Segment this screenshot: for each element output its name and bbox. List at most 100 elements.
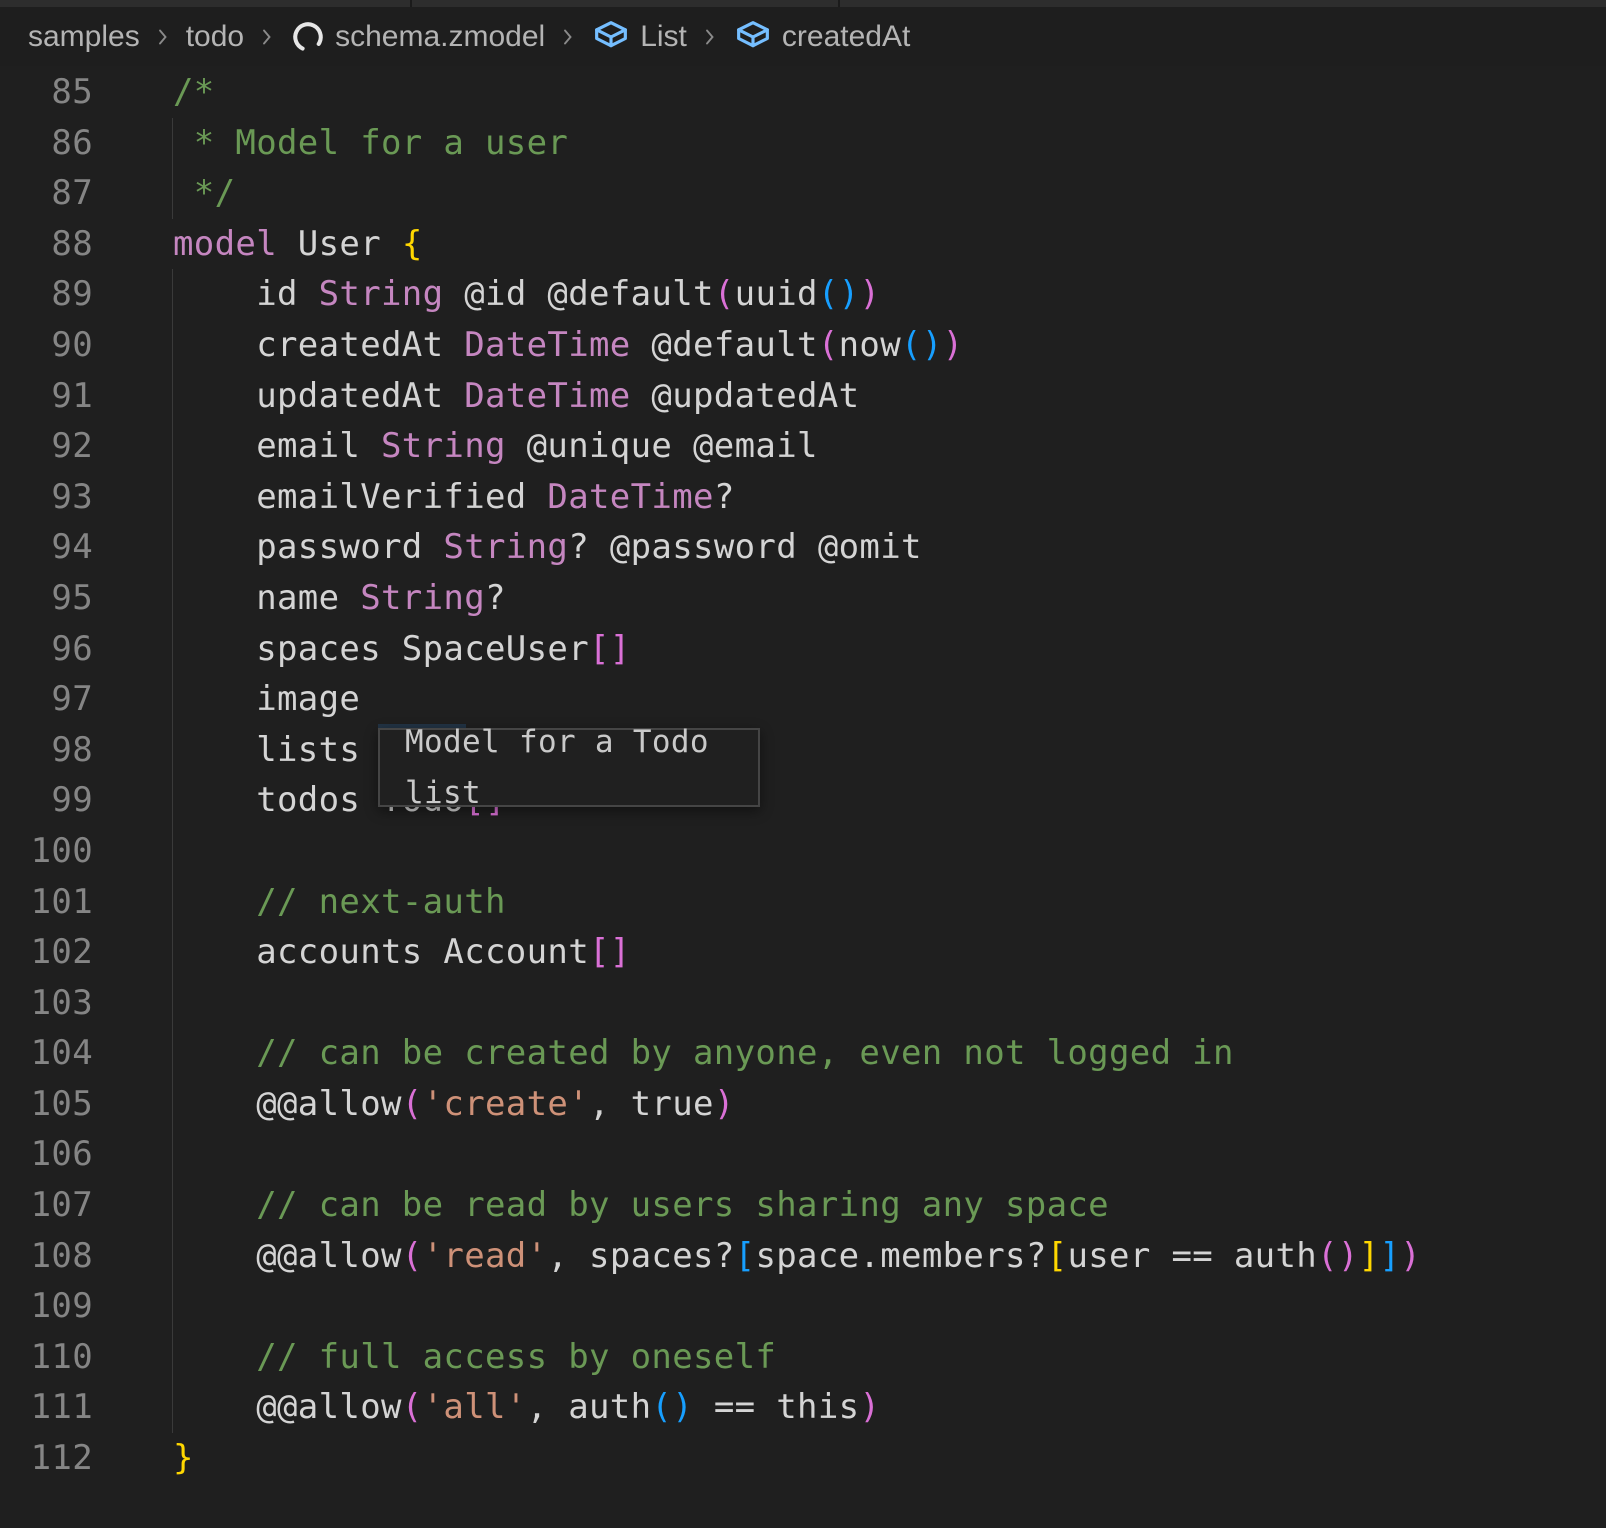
code-line[interactable]: 89 id String @id @default(uuid()) — [0, 269, 1606, 320]
code-line[interactable]: 97 image — [0, 674, 1606, 725]
line-number[interactable]: 91 — [0, 371, 93, 422]
line-number[interactable]: 97 — [0, 674, 93, 725]
line-number[interactable]: 94 — [0, 522, 93, 573]
chevron-right-icon — [556, 25, 580, 49]
line-number[interactable]: 87 — [0, 168, 93, 219]
code-line[interactable]: 105 @@allow('create', true) — [0, 1079, 1606, 1130]
code-line[interactable]: 112} — [0, 1433, 1606, 1484]
breadcrumb-item-samples[interactable]: samples — [28, 20, 140, 54]
code-token: ] — [1379, 1236, 1400, 1276]
code-line[interactable]: 86 * Model for a user — [0, 118, 1606, 169]
code-token: ? @password @omit — [568, 527, 922, 567]
code-line-text: // can be created by anyone, even not lo… — [173, 1028, 1234, 1079]
code-token: lists — [173, 730, 381, 770]
breadcrumb-item-todo[interactable]: todo — [186, 20, 244, 54]
line-number[interactable]: 93 — [0, 472, 93, 523]
line-number[interactable]: 95 — [0, 573, 93, 624]
code-token: } — [173, 1438, 194, 1478]
code-line-text: updatedAt DateTime @updatedAt — [173, 371, 859, 422]
line-number[interactable]: 99 — [0, 775, 93, 826]
line-number[interactable]: 104 — [0, 1028, 93, 1079]
code-line[interactable]: 94 password String? @password @omit — [0, 522, 1606, 573]
hover-tooltip: Model for a Todo list — [378, 728, 760, 807]
code-line-text: password String? @password @omit — [173, 522, 922, 573]
code-line[interactable]: 90 createdAt DateTime @default(now()) — [0, 320, 1606, 371]
line-number[interactable]: 103 — [0, 978, 93, 1029]
breadcrumb-label: schema.zmodel — [335, 20, 545, 54]
symbol-cube-icon — [733, 17, 773, 57]
code-line[interactable]: 98 lists List[] — [0, 725, 1606, 776]
code-line[interactable]: 106 — [0, 1129, 1606, 1180]
code-area[interactable]: 85/*86 * Model for a user87 */88model Us… — [0, 67, 1606, 1484]
code-token: // can be read by users sharing any spac… — [173, 1185, 1109, 1225]
code-token: @default — [631, 325, 818, 365]
code-line[interactable]: 93 emailVerified DateTime? — [0, 472, 1606, 523]
code-line[interactable]: 87 */ — [0, 168, 1606, 219]
code-token: , auth — [527, 1387, 652, 1427]
code-line[interactable]: 91 updatedAt DateTime @updatedAt — [0, 371, 1606, 422]
code-token: DateTime — [464, 376, 630, 416]
breadcrumb-item-createdat[interactable]: createdAt — [733, 17, 910, 57]
breadcrumb-label: todo — [186, 20, 244, 54]
code-line[interactable]: 99 todos Todo[] — [0, 775, 1606, 826]
line-number[interactable]: 107 — [0, 1180, 93, 1231]
line-number[interactable]: 105 — [0, 1079, 93, 1130]
code-line[interactable]: 107 // can be read by users sharing any … — [0, 1180, 1606, 1231]
line-number[interactable]: 101 — [0, 877, 93, 928]
code-line[interactable]: 101 // next-auth — [0, 877, 1606, 928]
code-line[interactable]: 95 name String? — [0, 573, 1606, 624]
code-line[interactable]: 110 // full access by oneself — [0, 1332, 1606, 1383]
code-token: email — [173, 426, 381, 466]
line-number[interactable]: 98 — [0, 725, 93, 776]
code-line[interactable]: 104 // can be created by anyone, even no… — [0, 1028, 1606, 1079]
code-token: * Model for a user — [173, 123, 568, 163]
code-token: @@allow — [173, 1387, 402, 1427]
code-token: // full access by oneself — [173, 1337, 776, 1377]
code-line-text: */ — [173, 168, 235, 219]
code-token: String — [319, 274, 444, 314]
line-number[interactable]: 106 — [0, 1129, 93, 1180]
code-line[interactable]: 92 email String @unique @email — [0, 421, 1606, 472]
code-token: [] — [589, 629, 631, 669]
line-number[interactable]: 96 — [0, 624, 93, 675]
line-number[interactable]: 110 — [0, 1332, 93, 1383]
code-token: == this — [693, 1387, 859, 1427]
code-token: 'read' — [423, 1236, 548, 1276]
code-line-text: // full access by oneself — [173, 1332, 776, 1383]
code-line[interactable]: 109 — [0, 1281, 1606, 1332]
line-number[interactable]: 102 — [0, 927, 93, 978]
code-token: DateTime — [547, 477, 713, 517]
code-line[interactable]: 103 — [0, 978, 1606, 1029]
code-line[interactable]: 102 accounts Account[] — [0, 927, 1606, 978]
code-line[interactable]: 85/* — [0, 67, 1606, 118]
code-line[interactable]: 100 — [0, 826, 1606, 877]
line-number[interactable]: 100 — [0, 826, 93, 877]
line-number[interactable]: 85 — [0, 67, 93, 118]
code-editor[interactable]: 85/*86 * Model for a user87 */88model Us… — [0, 66, 1606, 1528]
code-line-text: createdAt DateTime @default(now()) — [173, 320, 963, 371]
line-number[interactable]: 86 — [0, 118, 93, 169]
code-token: String — [381, 426, 506, 466]
line-number[interactable]: 109 — [0, 1281, 93, 1332]
tab-bar-strip — [0, 0, 1606, 7]
line-number[interactable]: 89 — [0, 269, 93, 320]
code-token: , true — [589, 1084, 714, 1124]
line-number[interactable]: 92 — [0, 421, 93, 472]
code-token: { — [402, 224, 423, 264]
line-number[interactable]: 88 — [0, 219, 93, 270]
line-number[interactable]: 90 — [0, 320, 93, 371]
line-number[interactable]: 108 — [0, 1231, 93, 1282]
breadcrumb-item-list[interactable]: List — [591, 17, 687, 57]
code-line-text: // next-auth — [173, 877, 506, 928]
code-token: // next-auth — [173, 882, 506, 922]
code-line[interactable]: 88model User { — [0, 219, 1606, 270]
code-line[interactable]: 108 @@allow('read', spaces?[space.member… — [0, 1231, 1606, 1282]
line-number[interactable]: 112 — [0, 1433, 93, 1484]
code-token: ) — [859, 1387, 880, 1427]
symbol-cube-icon — [591, 17, 631, 57]
code-line[interactable]: 96 spaces SpaceUser[] — [0, 624, 1606, 675]
breadcrumb-item-schema-zmodel[interactable]: schema.zmodel — [290, 19, 545, 55]
code-line[interactable]: 111 @@allow('all', auth() == this) — [0, 1382, 1606, 1433]
line-number[interactable]: 111 — [0, 1382, 93, 1433]
code-line-text: emailVerified DateTime? — [173, 472, 735, 523]
